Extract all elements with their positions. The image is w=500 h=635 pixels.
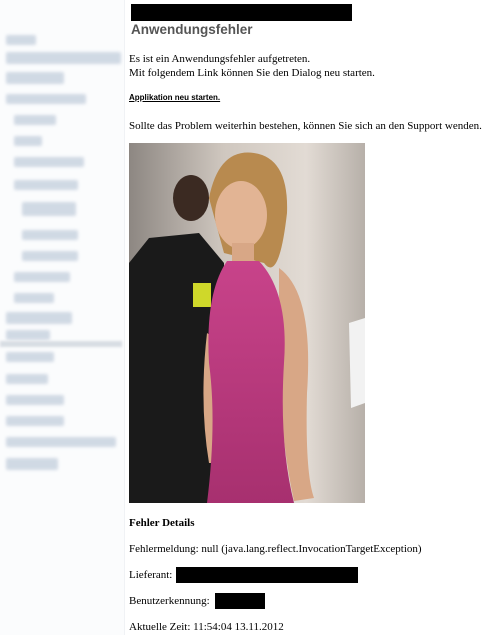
page-title: Anwendungsfehler xyxy=(131,22,253,37)
sidebar-item[interactable] xyxy=(14,180,78,190)
error-details-heading: Fehler Details xyxy=(129,517,195,529)
support-note: Sollte das Problem weiterhin bestehen, k… xyxy=(129,120,482,132)
sidebar-separator xyxy=(0,341,122,347)
sidebar-item[interactable] xyxy=(6,72,64,84)
error-message-line: Es ist ein Anwendungsfehler aufgetreten. xyxy=(129,53,311,65)
sidebar-item[interactable] xyxy=(6,94,86,104)
sidebar-item[interactable] xyxy=(6,330,50,340)
sidebar-item[interactable] xyxy=(6,352,54,362)
supplier-label: Lieferant: xyxy=(129,569,173,581)
sidebar-item[interactable] xyxy=(14,115,56,125)
sidebar-item[interactable] xyxy=(14,272,70,282)
restart-instruction-line: Mit folgendem Link können Sie den Dialog… xyxy=(129,67,375,79)
sidebar-item[interactable] xyxy=(14,157,84,167)
error-message-detail: Fehlermeldung: null (java.lang.reflect.I… xyxy=(129,543,422,555)
sidebar-item[interactable] xyxy=(6,458,58,470)
current-time: Aktuelle Zeit: 11:54:04 13.11.2012 xyxy=(129,621,284,633)
sidebar-item[interactable] xyxy=(14,293,54,303)
sidebar-item[interactable] xyxy=(6,395,64,405)
navigation-sidebar xyxy=(0,0,125,635)
sidebar-item[interactable] xyxy=(6,52,121,64)
sidebar-item[interactable] xyxy=(22,251,78,261)
photo xyxy=(129,143,365,503)
sidebar-item[interactable] xyxy=(14,136,42,146)
sidebar-item[interactable] xyxy=(6,437,116,447)
sidebar-item[interactable] xyxy=(22,230,78,240)
redaction-bar xyxy=(131,4,352,21)
restart-application-link[interactable]: Applikation neu starten. xyxy=(129,93,220,102)
user-id-value-redaction xyxy=(215,593,265,609)
sidebar-item[interactable] xyxy=(6,35,36,45)
supplier-value-redaction xyxy=(176,567,358,583)
photo-illustration xyxy=(129,143,365,503)
sidebar-item[interactable] xyxy=(22,202,76,216)
sidebar-item[interactable] xyxy=(6,374,48,384)
sidebar-item[interactable] xyxy=(6,312,72,324)
user-id-label: Benutzerkennung: xyxy=(129,595,210,607)
sidebar-item[interactable] xyxy=(6,416,64,426)
